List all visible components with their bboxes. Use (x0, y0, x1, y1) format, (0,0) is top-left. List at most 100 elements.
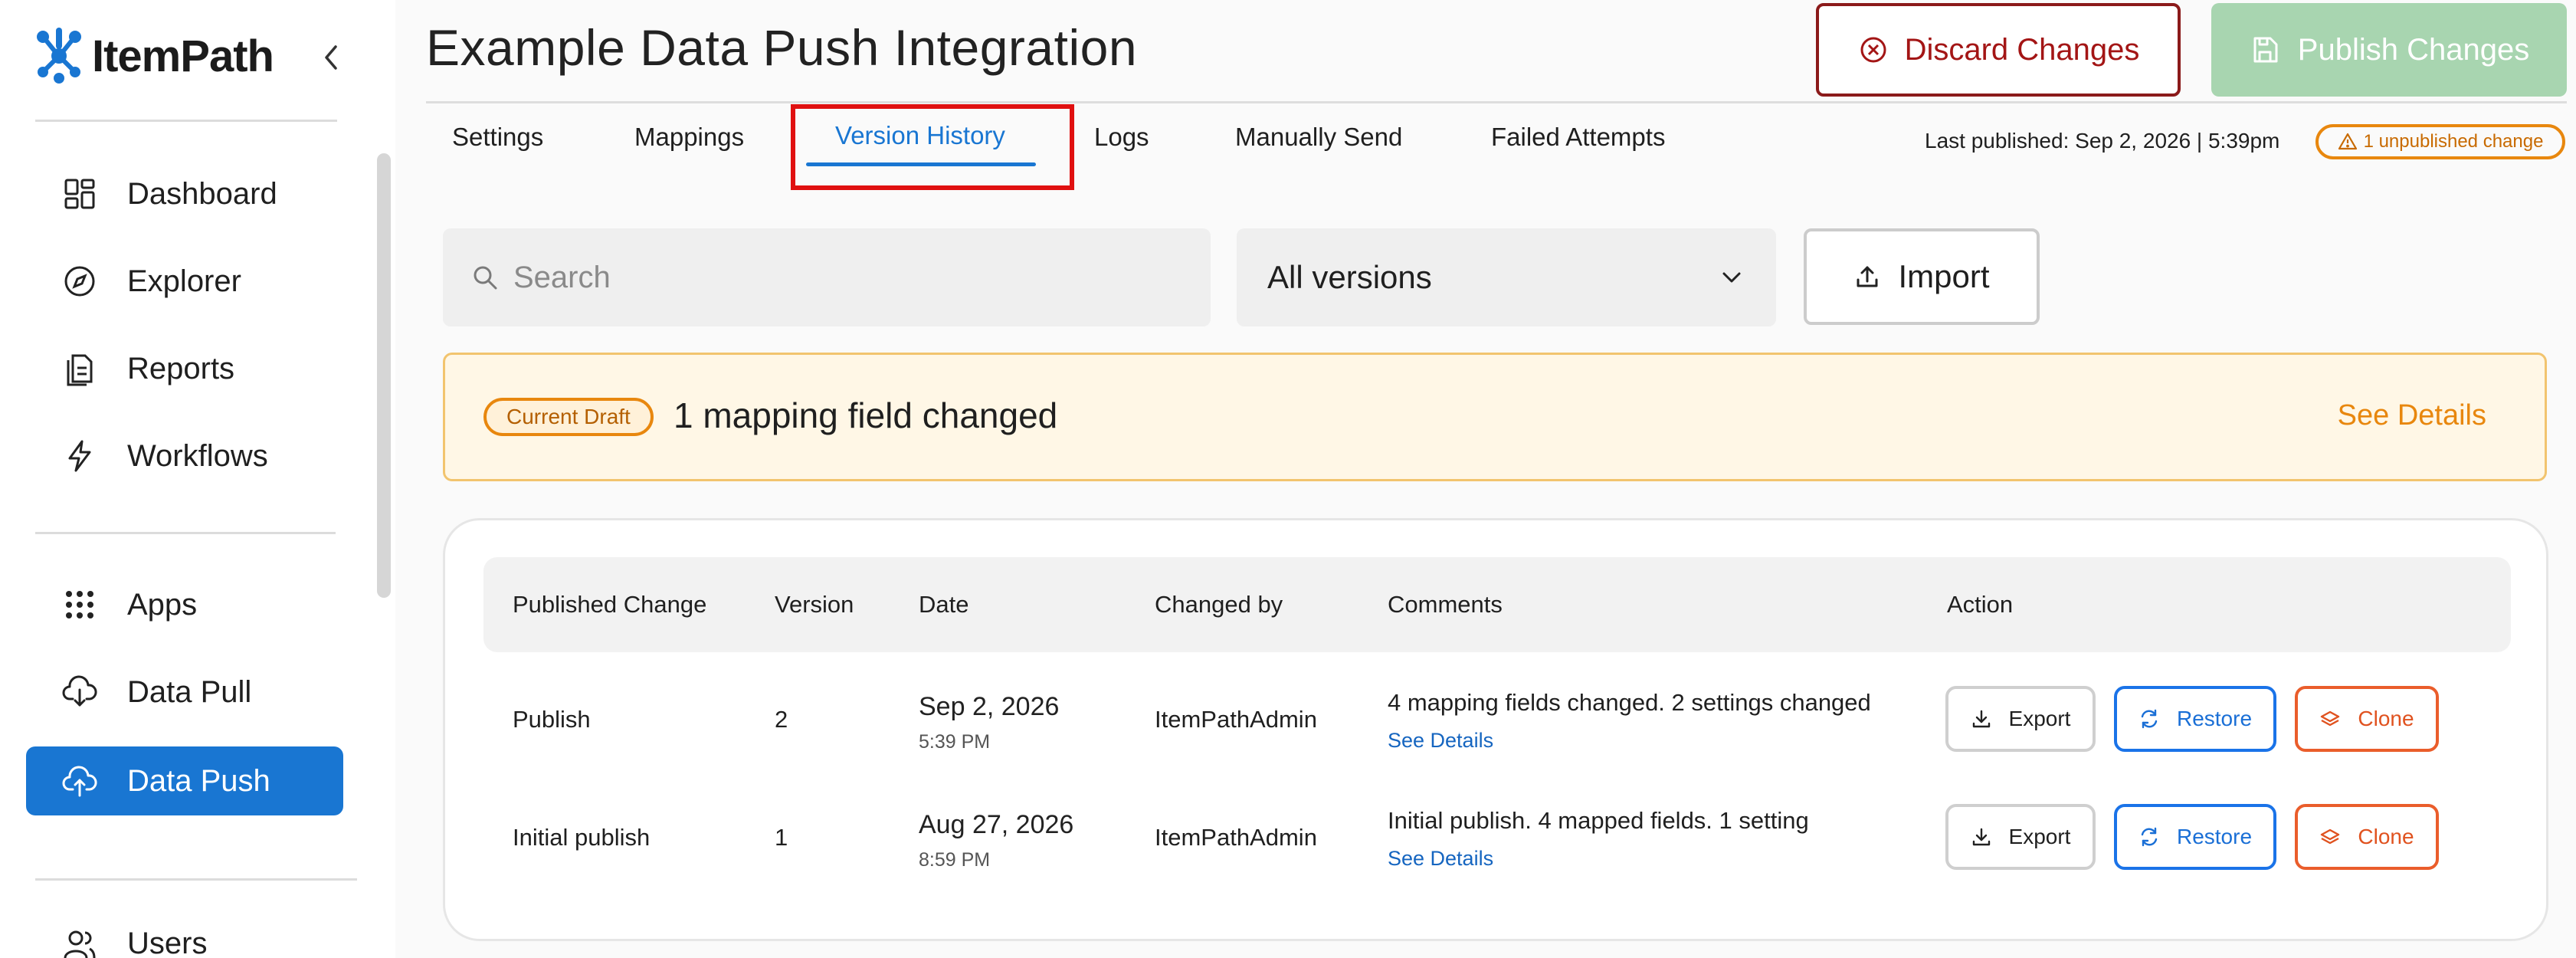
sidebar-divider (35, 120, 337, 122)
tab-failed-attempts[interactable]: Failed Attempts (1491, 123, 1665, 152)
draft-see-details-link[interactable]: See Details (2338, 399, 2486, 432)
chevron-down-icon (1722, 272, 1741, 283)
reports-icon (57, 346, 103, 392)
changed-by-cell: ItemPathAdmin (1155, 824, 1317, 851)
dashboard-icon (57, 171, 103, 217)
restore-label: Restore (2176, 825, 2253, 848)
discard-changes-label: Discard Changes (1904, 32, 2140, 67)
sidebar-item-dashboard[interactable]: Dashboard (26, 159, 343, 228)
published-change-cell: Publish (513, 706, 591, 733)
publish-changes-label: Publish Changes (2297, 32, 2530, 67)
sidebar-scrollbar[interactable] (377, 153, 391, 598)
clone-label: Clone (2358, 707, 2414, 730)
sidebar-item-label: Data Pull (127, 674, 252, 709)
unpublished-changes-badge[interactable]: 1 unpublished change (2315, 124, 2565, 159)
sidebar-item-reports[interactable]: Reports (26, 334, 343, 403)
export-label: Export (2008, 707, 2071, 730)
row-see-details-link[interactable]: See Details (1388, 729, 1871, 753)
layers-icon (2321, 710, 2340, 727)
clone-label: Clone (2358, 825, 2414, 848)
sidebar: ItemPath Dashboard Explorer Reports Work… (0, 0, 395, 958)
version-filter-value: All versions (1267, 259, 1432, 295)
search-icon (474, 266, 497, 290)
current-draft-badge: Current Draft (483, 398, 654, 436)
date-value: Sep 2, 2026 (919, 692, 1060, 721)
date-cell: Sep 2, 2026 5:39 PM (919, 692, 1059, 753)
sidebar-item-workflows[interactable]: Workflows (26, 422, 343, 490)
comments-cell: Initial publish. 4 mapped fields. 1 sett… (1388, 807, 1809, 871)
upload-icon (1857, 266, 1878, 287)
warning-icon (2338, 133, 2357, 150)
tab-highlight-box (791, 104, 1074, 190)
tab-settings[interactable]: Settings (452, 123, 543, 152)
sidebar-item-apps[interactable]: Apps (26, 570, 343, 639)
table-row: Publish 2 Sep 2, 2026 5:39 PM ItemPathAd… (483, 661, 2511, 776)
sidebar-divider (35, 878, 357, 881)
version-filter-select[interactable]: All versions (1237, 228, 1776, 326)
row-see-details-link[interactable]: See Details (1388, 847, 1809, 871)
brand-name: ItemPath (92, 31, 274, 81)
last-published-text: Last published: Sep 2, 2026 | 5:39pm (1925, 129, 2280, 153)
version-cell: 2 (775, 706, 788, 733)
sidebar-item-label: Data Push (127, 763, 270, 798)
column-header: Changed by (1155, 591, 1283, 618)
import-button[interactable]: Import (1804, 228, 2040, 325)
publish-changes-button[interactable]: Publish Changes (2211, 3, 2567, 97)
download-icon (1972, 710, 1990, 728)
restore-button[interactable]: Restore (2114, 804, 2276, 870)
sidebar-item-label: Workflows (127, 438, 268, 473)
version-cell: 1 (775, 824, 788, 851)
save-icon (2253, 37, 2278, 63)
sidebar-item-label: Dashboard (127, 176, 277, 211)
brand-logo[interactable]: ItemPath (34, 28, 274, 84)
column-header: Published Change (513, 591, 707, 618)
column-header: Comments (1388, 591, 1503, 618)
sidebar-item-explorer[interactable]: Explorer (26, 247, 343, 316)
tab-manually-send[interactable]: Manually Send (1235, 123, 1402, 152)
search-box[interactable] (443, 228, 1211, 326)
time-value: 8:59 PM (919, 849, 991, 871)
date-value: Aug 27, 2026 (919, 810, 1074, 839)
clone-button[interactable]: Clone (2295, 686, 2439, 752)
comment-text: 4 mapping fields changed. 2 settings cha… (1388, 689, 1871, 716)
import-label: Import (1898, 258, 1990, 294)
cloud-upload-icon (57, 758, 103, 804)
sidebar-divider (35, 532, 336, 534)
date-cell: Aug 27, 2026 8:59 PM (919, 810, 1073, 871)
time-value: 5:39 PM (919, 731, 991, 753)
current-draft-banner: Current Draft 1 mapping field changed Se… (443, 353, 2547, 481)
unpublished-changes-label: 1 unpublished change (2363, 131, 2544, 152)
layers-icon (2321, 828, 2340, 845)
changed-by-cell: ItemPathAdmin (1155, 706, 1317, 733)
table-header: Published Change Version Date Changed by… (483, 557, 2511, 652)
close-circle-icon (1860, 37, 1886, 63)
users-icon (57, 920, 103, 958)
itempath-logo-icon (37, 28, 81, 84)
compass-icon (57, 258, 103, 304)
refresh-icon (2141, 709, 2158, 729)
table-row: Initial publish 1 Aug 27, 2026 8:59 PM I… (483, 779, 2511, 894)
search-input[interactable] (513, 260, 1188, 295)
lightning-icon (57, 433, 103, 479)
comment-text: Initial publish. 4 mapped fields. 1 sett… (1388, 807, 1809, 834)
comments-cell: 4 mapping fields changed. 2 settings cha… (1388, 689, 1871, 753)
published-change-cell: Initial publish (513, 824, 651, 851)
sidebar-item-label: Reports (127, 351, 235, 385)
sidebar-item-users[interactable]: Users (26, 909, 343, 958)
tab-logs[interactable]: Logs (1094, 123, 1149, 152)
restore-button[interactable]: Restore (2114, 686, 2276, 752)
apps-grid-icon (57, 582, 103, 628)
sidebar-item-label: Apps (127, 587, 198, 622)
discard-changes-button[interactable]: Discard Changes (1816, 3, 2181, 97)
column-header: Version (775, 591, 854, 618)
download-icon (1972, 828, 1990, 846)
export-button[interactable]: Export (1945, 686, 2096, 752)
draft-summary: 1 mapping field changed (673, 395, 1058, 435)
clone-button[interactable]: Clone (2295, 804, 2439, 870)
export-button[interactable]: Export (1945, 804, 2096, 870)
tab-mappings[interactable]: Mappings (634, 123, 744, 152)
collapse-sidebar-button[interactable] (316, 38, 346, 77)
page-title: Example Data Push Integration (426, 19, 1138, 76)
sidebar-item-data-push[interactable]: Data Push (26, 746, 343, 815)
sidebar-item-data-pull[interactable]: Data Pull (26, 658, 343, 727)
